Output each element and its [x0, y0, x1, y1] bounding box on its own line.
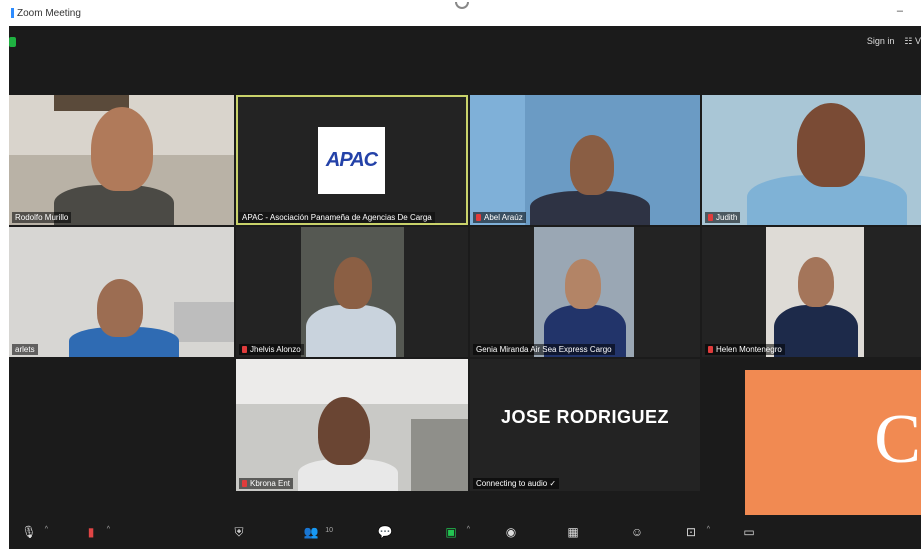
participant-head — [318, 397, 370, 465]
video-tile[interactable]: Rodolfo Murillo — [9, 95, 234, 225]
share-screen-icon[interactable]: ▣ ^ — [441, 522, 470, 542]
chevron-up-icon[interactable]: ^ — [467, 526, 470, 533]
overlay-glyph: C — [874, 401, 921, 478]
video-tile-active-speaker[interactable]: APAC APAC - Asociación Panameña de Agenc… — [236, 95, 468, 225]
participant-head — [797, 103, 865, 187]
participant-figure — [774, 305, 858, 357]
chevron-up-icon[interactable]: ^ — [707, 526, 710, 533]
participant-figure — [54, 185, 174, 225]
participant-name: arlets — [12, 344, 38, 355]
participant-name: Jhelvis Alonzo — [239, 344, 304, 355]
video-tile[interactable]: Helen Montenegro — [702, 227, 921, 357]
video-off-icon[interactable]: ▮ ^ — [81, 522, 110, 542]
security-icon[interactable]: ⛨ — [229, 522, 249, 542]
minimize-button[interactable]: – — [897, 5, 903, 17]
sign-in-link[interactable]: Sign in — [867, 36, 895, 47]
reactions-icon[interactable]: ☺ — [627, 522, 647, 542]
participant-name: Abel Araúz — [473, 212, 526, 223]
video-tile-name-only[interactable]: JOSE RODRIGUEZ Connecting to audio ✓ — [470, 359, 700, 491]
muted-mic-icon — [242, 346, 247, 353]
view-button[interactable]: ☷ V — [904, 36, 921, 47]
muted-mic-icon — [708, 346, 713, 353]
participant-head — [97, 279, 143, 337]
mic-icon[interactable]: 🎙 ^ — [19, 522, 48, 542]
video-tile[interactable]: Judith — [702, 95, 921, 225]
participant-name: Genia Miranda Air Sea Express Cargo — [473, 344, 615, 355]
chevron-up-icon[interactable]: ^ — [107, 526, 110, 533]
muted-mic-icon — [242, 480, 247, 487]
chevron-up-icon[interactable]: ^ — [45, 526, 48, 533]
participant-figure — [530, 191, 650, 225]
window-title: Zoom Meeting — [17, 7, 81, 19]
participants-count: 10 — [325, 527, 333, 534]
top-right-controls: Sign in ☷ V — [867, 36, 921, 47]
drag-handle-icon[interactable] — [455, 2, 469, 9]
participant-head — [565, 259, 601, 309]
participant-name: Judith — [705, 212, 741, 223]
breakout-rooms-icon[interactable]: ▦ — [563, 522, 583, 542]
video-tile[interactable]: Abel Araúz — [470, 95, 700, 225]
video-tile[interactable]: Genia Miranda Air Sea Express Cargo — [470, 227, 700, 357]
participant-figure — [306, 305, 396, 357]
apac-logo: APAC — [318, 127, 385, 194]
participant-head — [334, 257, 372, 309]
zoom-logo-icon — [11, 8, 14, 18]
security-shield-icon[interactable] — [9, 37, 16, 47]
overlay-graphic: C — [745, 370, 921, 515]
apps-icon[interactable]: ⊡ ^ — [681, 522, 710, 542]
video-tile[interactable]: Jhelvis Alonzo — [236, 227, 468, 357]
chat-icon[interactable]: 💬 — [375, 522, 395, 542]
audio-status: Connecting to audio ✓ — [473, 478, 560, 489]
record-icon[interactable]: ◉ — [501, 522, 521, 542]
participant-name: Helen Montenegro — [705, 344, 785, 355]
participant-display-name: JOSE RODRIGUEZ — [500, 407, 670, 427]
participant-head — [570, 135, 614, 195]
participant-name: APAC - Asociación Panameña de Agencias D… — [239, 212, 435, 223]
meeting-toolbar: 🎙 ^ ▮ ^ ⛨ 👥 10 💬 ▣ ^ ◉ ▦ ☺ ⊡ ^ ▭ — [9, 516, 921, 549]
video-tile[interactable]: Kbrona Ent — [236, 359, 468, 491]
participant-name: Rodolfo Murillo — [12, 212, 72, 223]
participant-head — [798, 257, 834, 307]
muted-mic-icon — [476, 214, 481, 221]
whiteboard-icon[interactable]: ▭ — [739, 522, 759, 542]
muted-mic-icon — [708, 214, 713, 221]
participants-icon[interactable]: 👥 10 — [301, 522, 333, 542]
video-tile[interactable]: arlets — [9, 227, 234, 357]
participant-head — [91, 107, 153, 191]
window-titlebar: Zoom Meeting – — [0, 0, 921, 26]
participant-name: Kbrona Ent — [239, 478, 294, 489]
